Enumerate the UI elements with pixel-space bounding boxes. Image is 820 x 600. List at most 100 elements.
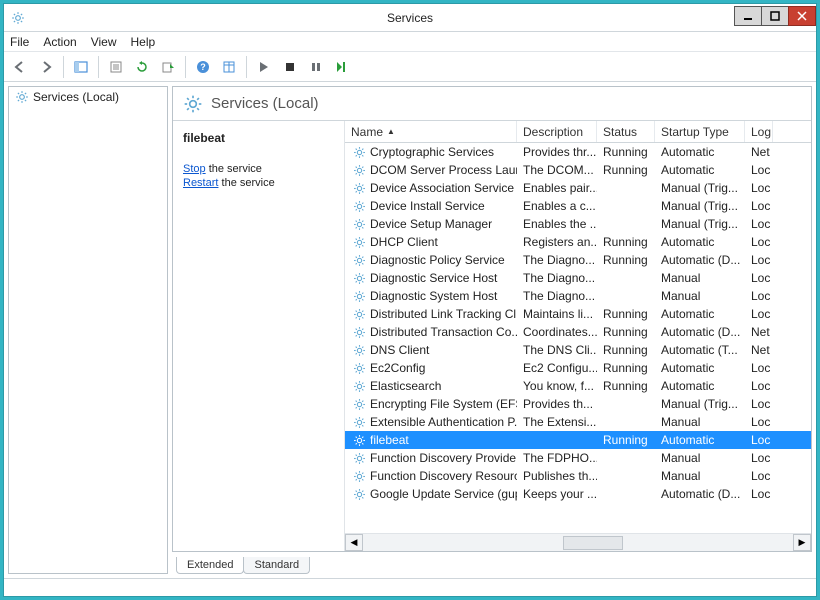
cell-startup: Automatic	[655, 143, 745, 161]
cell-status: Running	[597, 305, 655, 323]
services-window: Services File Action View Help ?	[3, 3, 817, 597]
refresh-button[interactable]	[130, 55, 154, 79]
details-wrap: Services (Local) filebeat Stop the servi…	[172, 86, 812, 574]
gear-icon	[351, 162, 367, 178]
restart-service-link[interactable]: Restart	[183, 177, 218, 189]
minimize-button[interactable]	[734, 6, 762, 26]
restart-service-button[interactable]	[330, 55, 354, 79]
maximize-button[interactable]	[761, 6, 789, 26]
tree-root-services-local[interactable]: Services (Local)	[9, 87, 167, 107]
close-button[interactable]	[788, 6, 816, 26]
cell-logon: Loc	[745, 215, 773, 233]
menu-view[interactable]: View	[91, 35, 117, 49]
service-row[interactable]: Function Discovery Provide...The FDPHO..…	[345, 449, 811, 467]
list-header[interactable]: Name▲ Description Status Startup Type Lo…	[345, 121, 811, 143]
cell-startup: Automatic	[655, 431, 745, 449]
service-row[interactable]: Distributed Transaction Co...Coordinates…	[345, 323, 811, 341]
gear-icon	[351, 252, 367, 268]
stop-service-line: Stop the service	[183, 163, 334, 175]
cell-name: Elasticsearch	[345, 377, 517, 395]
cell-status: Running	[597, 251, 655, 269]
service-row[interactable]: Device Setup ManagerEnables the ...Manua…	[345, 215, 811, 233]
toolbar: ?	[4, 52, 816, 82]
col-startup-type[interactable]: Startup Type	[655, 121, 745, 142]
cell-logon: Loc	[745, 287, 773, 305]
service-row[interactable]: Device Install ServiceEnables a c...Manu…	[345, 197, 811, 215]
cell-startup: Manual	[655, 413, 745, 431]
scroll-left-button[interactable]: ◀	[345, 534, 363, 551]
menu-action[interactable]: Action	[43, 35, 76, 49]
gear-icon	[351, 378, 367, 394]
service-row[interactable]: DHCP ClientRegisters an...RunningAutomat…	[345, 233, 811, 251]
service-row[interactable]: Diagnostic System HostThe Diagno...Manua…	[345, 287, 811, 305]
service-row[interactable]: Function Discovery Resourc...Publishes t…	[345, 467, 811, 485]
console-tree[interactable]: Services (Local)	[8, 86, 168, 574]
scroll-thumb[interactable]	[563, 536, 623, 550]
start-service-button[interactable]	[252, 55, 276, 79]
cell-status: Running	[597, 341, 655, 359]
service-row[interactable]: Ec2ConfigEc2 Configu...RunningAutomaticL…	[345, 359, 811, 377]
cell-description: Provides thr...	[517, 143, 597, 161]
list-body[interactable]: Cryptographic ServicesProvides thr...Run…	[345, 143, 811, 533]
gear-icon	[351, 414, 367, 430]
cell-logon: Loc	[745, 161, 773, 179]
service-row[interactable]: Extensible Authentication P...The Extens…	[345, 413, 811, 431]
tab-standard[interactable]: Standard	[243, 557, 310, 574]
cell-name: Diagnostic Policy Service	[345, 251, 517, 269]
cell-description: Provides th...	[517, 395, 597, 413]
service-row[interactable]: filebeatRunningAutomaticLoc	[345, 431, 811, 449]
back-button[interactable]	[8, 55, 32, 79]
service-row[interactable]: Encrypting File System (EFS)Provides th.…	[345, 395, 811, 413]
tab-extended[interactable]: Extended	[176, 557, 244, 574]
scroll-track[interactable]	[363, 534, 793, 551]
cell-startup: Automatic	[655, 161, 745, 179]
service-row[interactable]: DCOM Server Process Laun...The DCOM...Ru…	[345, 161, 811, 179]
app-icon	[4, 4, 32, 32]
horizontal-scrollbar[interactable]: ◀ ▶	[345, 533, 811, 551]
workspace: Services (Local) Services (Local) filebe…	[4, 82, 816, 578]
pane-header: Services (Local)	[173, 87, 811, 121]
col-name[interactable]: Name▲	[345, 121, 517, 142]
export-button[interactable]	[156, 55, 180, 79]
forward-button[interactable]	[34, 55, 58, 79]
properties-button[interactable]	[104, 55, 128, 79]
cell-description: The FDPHO...	[517, 449, 597, 467]
gear-icon	[351, 360, 367, 376]
cell-name: Distributed Link Tracking Cl...	[345, 305, 517, 323]
cell-status: Running	[597, 323, 655, 341]
gear-icon	[351, 486, 367, 502]
cell-logon: Loc	[745, 179, 773, 197]
gear-icon	[351, 306, 367, 322]
cell-status	[597, 467, 655, 485]
service-row[interactable]: Diagnostic Policy ServiceThe Diagno...Ru…	[345, 251, 811, 269]
service-row[interactable]: Diagnostic Service HostThe Diagno...Manu…	[345, 269, 811, 287]
col-description[interactable]: Description	[517, 121, 597, 142]
cell-status	[597, 215, 655, 233]
cell-description: Registers an...	[517, 233, 597, 251]
cell-startup: Automatic (D...	[655, 323, 745, 341]
service-row[interactable]: Distributed Link Tracking Cl...Maintains…	[345, 305, 811, 323]
cell-name: Device Association Service	[345, 179, 517, 197]
col-status[interactable]: Status	[597, 121, 655, 142]
scroll-right-button[interactable]: ▶	[793, 534, 811, 551]
service-row[interactable]: ElasticsearchYou know, f...RunningAutoma…	[345, 377, 811, 395]
service-row[interactable]: Google Update Service (gup...Keeps your …	[345, 485, 811, 503]
columns-button[interactable]	[217, 55, 241, 79]
service-row[interactable]: Cryptographic ServicesProvides thr...Run…	[345, 143, 811, 161]
cell-description: Publishes th...	[517, 467, 597, 485]
pause-service-button[interactable]	[304, 55, 328, 79]
menu-help[interactable]: Help	[131, 35, 156, 49]
menu-file[interactable]: File	[10, 35, 29, 49]
service-row[interactable]: Device Association ServiceEnables pair..…	[345, 179, 811, 197]
cell-status: Running	[597, 431, 655, 449]
help-button[interactable]: ?	[191, 55, 215, 79]
col-logon-as[interactable]: Log	[745, 121, 773, 142]
titlebar[interactable]: Services	[4, 4, 816, 32]
stop-service-button[interactable]	[278, 55, 302, 79]
gear-icon	[351, 324, 367, 340]
show-hide-tree-button[interactable]	[69, 55, 93, 79]
cell-logon: Loc	[745, 413, 773, 431]
stop-service-link[interactable]: Stop	[183, 163, 206, 175]
service-row[interactable]: DNS ClientThe DNS Cli...RunningAutomatic…	[345, 341, 811, 359]
cell-logon: Net	[745, 143, 773, 161]
